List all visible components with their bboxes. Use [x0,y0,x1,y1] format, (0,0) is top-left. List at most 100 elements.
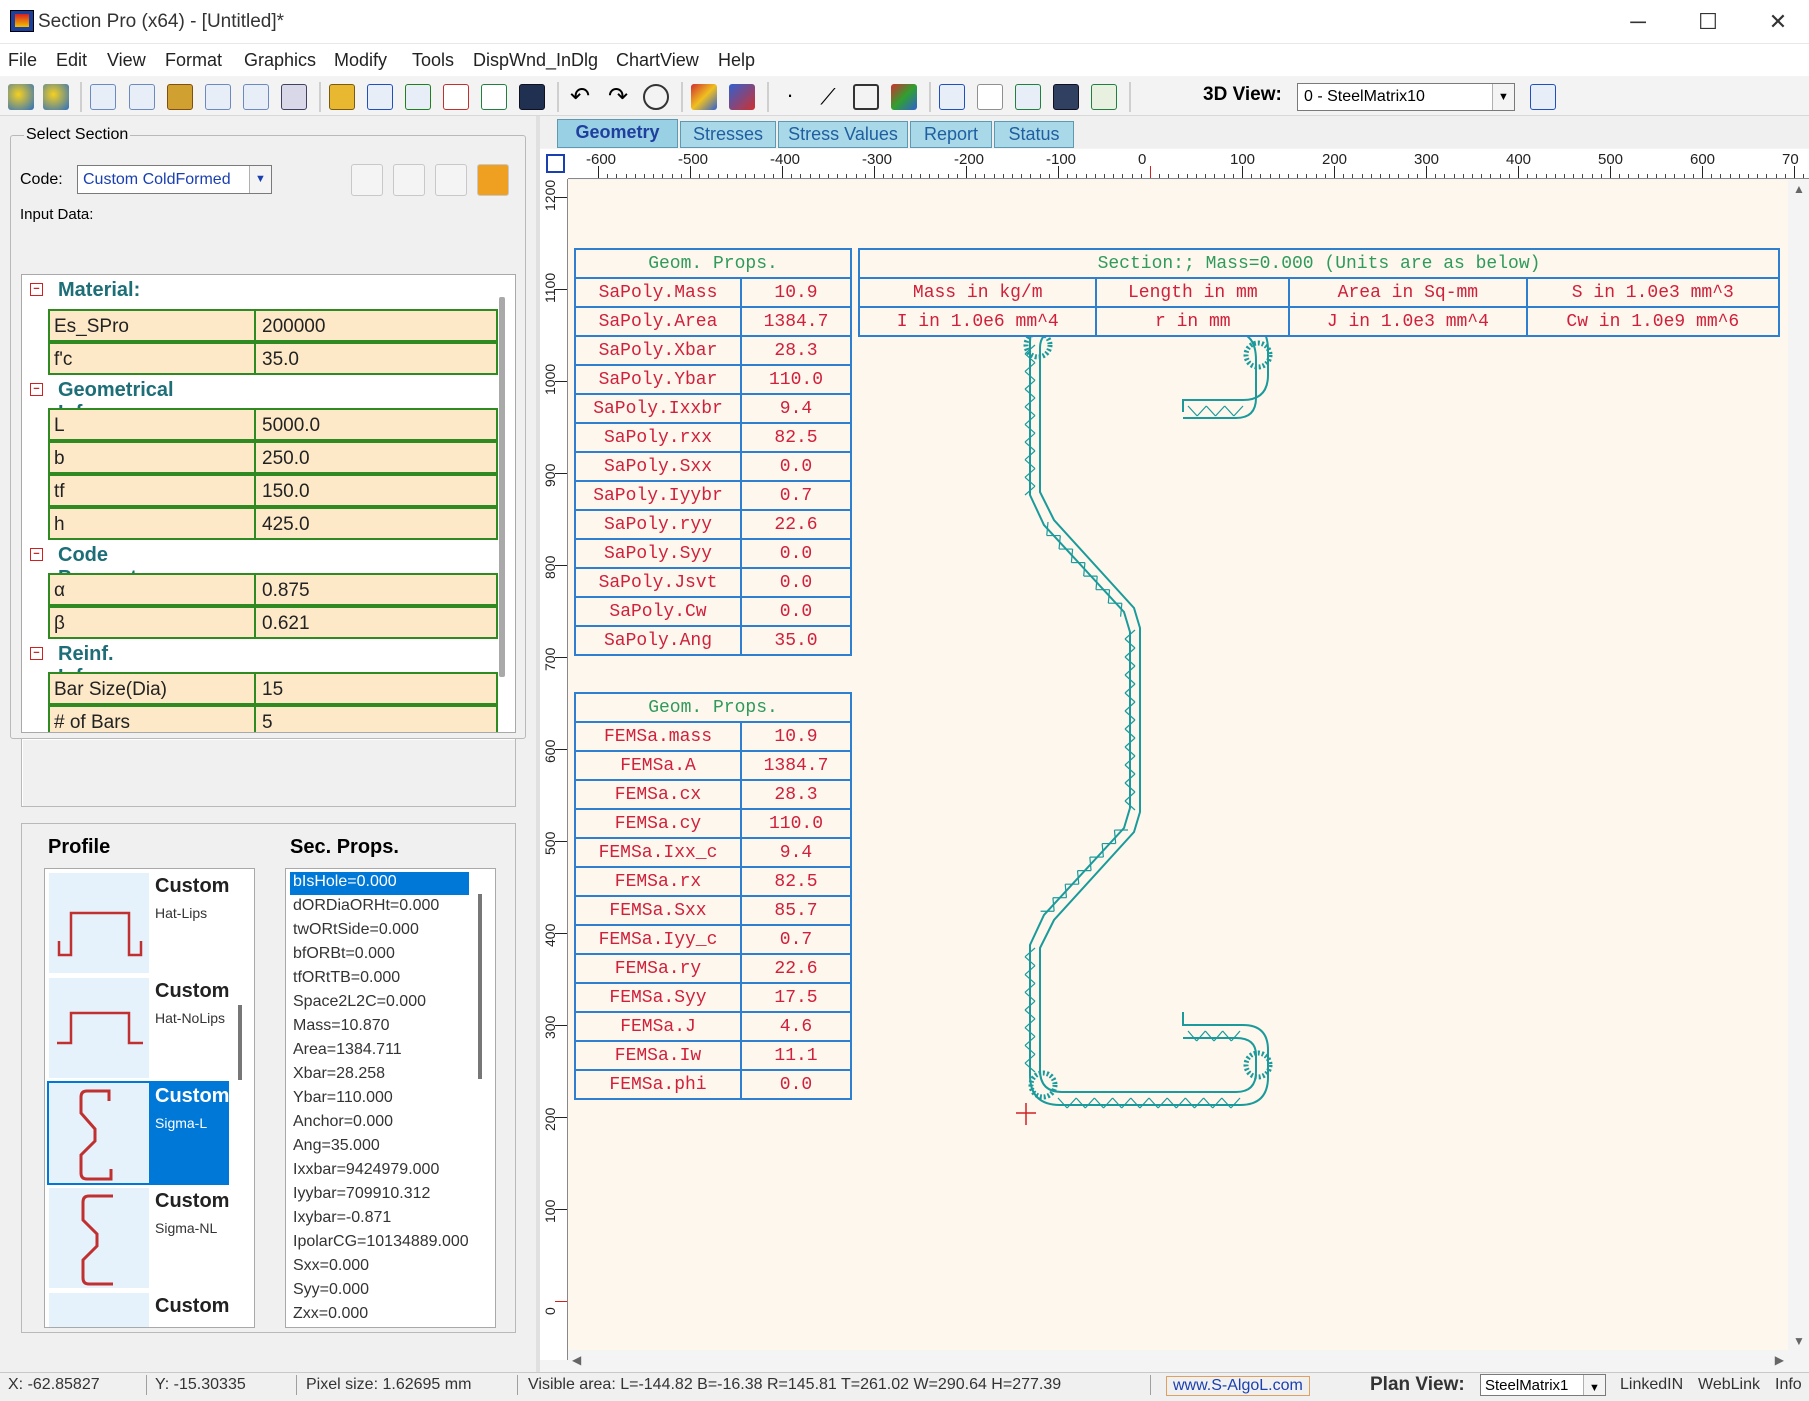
menu-chartview[interactable]: ChartView [616,50,699,71]
menu-modify[interactable]: Modify [334,50,387,71]
scroll-right-icon[interactable]: ▶ [1775,1353,1784,1367]
sec-prop-item[interactable]: Area=1384.711 [290,1040,405,1063]
prop-row[interactable]: L 5000.0 [48,408,498,441]
menu-format[interactable]: Format [165,50,222,71]
prop-row[interactable]: tf 150.0 [48,474,498,507]
polygon-icon[interactable] [853,84,879,110]
collapse-icon[interactable]: − [30,283,43,296]
tab-report[interactable]: Report [910,121,992,148]
menu-dispwnd[interactable]: DispWnd_InDlg [473,50,598,71]
prop-row[interactable]: # of Bars 5 [48,705,498,732]
new-section-icon[interactable] [90,84,116,110]
open-folder-icon[interactable] [329,84,355,110]
eye-icon[interactable] [8,84,34,110]
sec-prop-item[interactable]: Anchor=0.000 [290,1112,396,1135]
view-settings-icon[interactable] [1530,84,1556,110]
sec-prop-item[interactable]: Sxx=0.000 [290,1256,372,1279]
prop-row[interactable]: α 0.875 [48,573,498,606]
sec-prop-item[interactable]: Ixybar=-0.871 [290,1208,394,1231]
zoom-icon[interactable] [643,84,669,110]
tab-stress-values[interactable]: Stress Values [778,121,908,148]
weblink-link[interactable]: WebLink [1698,1376,1760,1394]
property-grid-scrollbar[interactable] [499,297,505,677]
sec-prop-item[interactable]: Ixxbar=9424979.000 [290,1160,442,1183]
print-icon[interactable] [243,84,269,110]
collapse-icon[interactable]: − [30,383,43,396]
point-icon[interactable]: · [777,84,803,110]
save-icon[interactable] [519,84,545,110]
tab-geometry[interactable]: Geometry [557,119,678,148]
plan-view-select[interactable]: SteelMatrix1 ▼ [1480,1374,1606,1396]
paste-button[interactable] [435,164,467,196]
minimize-button[interactable]: ─ [1613,6,1663,38]
close-button[interactable]: ✕ [1753,6,1803,38]
prop-row[interactable]: Es_SPro 200000 [48,309,498,342]
tab-status[interactable]: Status [994,121,1074,148]
line-icon[interactable]: ⟋ [815,84,841,110]
sec-prop-item[interactable]: IpolarCG=10134889.000 [290,1232,472,1255]
profile-list-scrollbar[interactable] [238,1005,242,1080]
menu-tools[interactable]: Tools [412,50,454,71]
save-export-icon[interactable] [1091,84,1117,110]
drawing-canvas[interactable]: Geom. Props. SaPoly.Mass 10.9 SaPoly.Area 13… [568,180,1788,1350]
sec-prop-item[interactable]: twORtSide=0.000 [290,920,422,943]
vertical-scrollbar[interactable]: ▲ ▼ [1788,180,1809,1350]
sec-prop-item[interactable]: Space2L2C=0.000 [290,992,429,1015]
menu-help[interactable]: Help [718,50,755,71]
reset-button[interactable] [477,164,509,196]
website-link[interactable]: www.S-AlgoL.com [1166,1376,1310,1396]
linkedin-link[interactable]: LinkedIN [1620,1376,1683,1394]
ruler-corner-icon[interactable] [540,149,568,179]
maximize-button[interactable]: ☐ [1683,6,1733,38]
horizontal-scrollbar[interactable]: ◀ ▶ [568,1350,1788,1372]
scroll-left-icon[interactable]: ◀ [572,1353,581,1367]
save-all-icon[interactable] [1053,84,1079,110]
profile-item-hat-nolips[interactable]: Custom Hat-NoLips [47,976,229,1080]
sec-prop-item[interactable]: Iyybar=709910.312 [290,1184,433,1207]
eye-settings-icon[interactable] [43,84,69,110]
collapse-icon[interactable]: − [30,647,43,660]
im-icon[interactable] [405,84,431,110]
section-export-button[interactable] [393,164,425,196]
mesh-delete-icon[interactable] [729,84,755,110]
database-icon[interactable] [167,84,193,110]
prop-row[interactable]: f'c 35.0 [48,342,498,375]
profile-item-sigma-nl[interactable]: Custom Sigma-NL [47,1186,229,1290]
sec-prop-item[interactable]: Xbar=28.258 [290,1064,388,1087]
redo-icon[interactable]: ↷ [605,84,631,110]
tab-stresses[interactable]: Stresses [680,121,776,148]
report-icon[interactable] [281,84,307,110]
sec-prop-item[interactable]: bIsHole=0.000 [290,872,469,895]
profile-item-hat-lips[interactable]: Custom Hat-Lips [47,871,229,975]
info-link[interactable]: Info [1775,1376,1802,1394]
profile-item-custom[interactable]: Custom [47,1291,229,1327]
sec-prop-item[interactable]: tfORtTB=0.000 [290,968,403,991]
sec-prop-item[interactable]: Syy=0.000 [290,1280,372,1303]
prop-row[interactable]: h 425.0 [48,507,498,540]
scroll-down-icon[interactable]: ▼ [1793,1334,1805,1348]
shape-color-icon[interactable] [891,84,917,110]
export-icon[interactable] [1015,84,1041,110]
scroll-up-icon[interactable]: ▲ [1793,182,1805,196]
import-icon[interactable] [367,84,393,110]
menu-view[interactable]: View [107,50,146,71]
prop-row[interactable]: b 250.0 [48,441,498,474]
mesh-color-icon[interactable] [691,84,717,110]
code-select[interactable]: Custom ColdFormed ▼ [77,165,272,194]
sec-prop-item[interactable]: Mass=10.870 [290,1016,393,1039]
pdf-icon[interactable] [443,84,469,110]
prop-row[interactable]: β 0.621 [48,606,498,639]
undo-icon[interactable]: ↶ [567,84,593,110]
sec-props-scrollbar[interactable] [478,894,482,1079]
sec-prop-item[interactable]: Ybar=110.000 [290,1088,396,1111]
connect-icon[interactable] [939,84,965,110]
collapse-icon[interactable]: − [30,548,43,561]
menu-graphics[interactable]: Graphics [244,50,316,71]
menu-file[interactable]: File [8,50,37,71]
refresh-icon[interactable] [205,84,231,110]
view3d-select[interactable]: 0 - SteelMatrix10 ▼ [1297,83,1515,111]
menu-edit[interactable]: Edit [56,50,87,71]
sec-prop-item[interactable]: Zxx=0.000 [290,1304,371,1327]
profile-item-sigma-l[interactable]: Custom Sigma-L [47,1081,229,1185]
sec-prop-item[interactable]: bfORBt=0.000 [290,944,398,967]
